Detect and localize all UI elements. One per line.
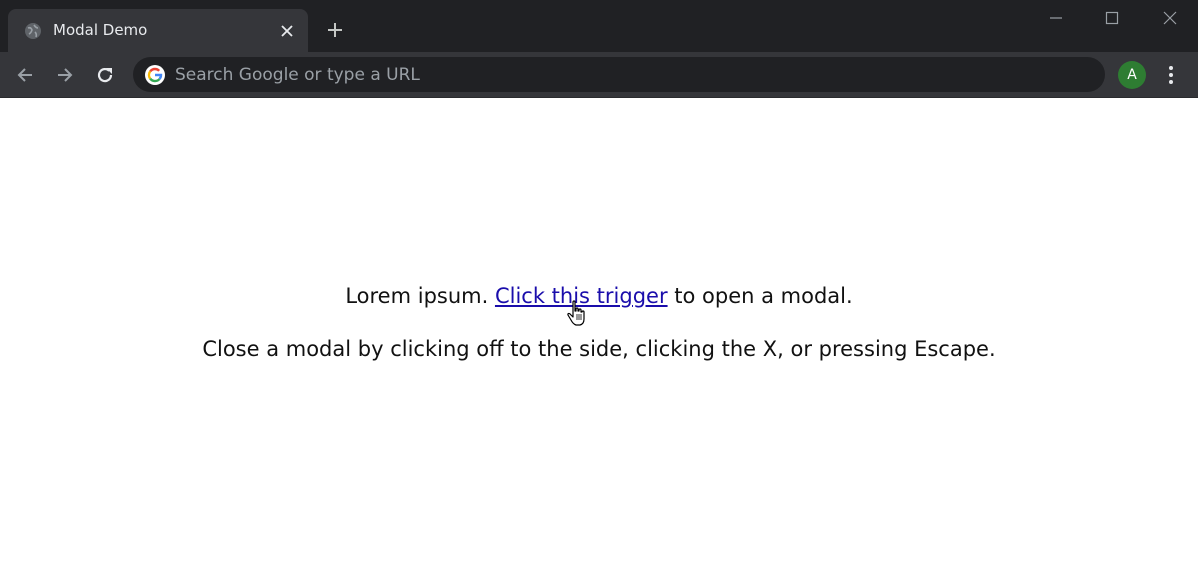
reload-icon[interactable] bbox=[94, 64, 116, 86]
minimize-icon[interactable] bbox=[1046, 8, 1066, 28]
address-input[interactable] bbox=[175, 57, 1075, 92]
tab-title: Modal Demo bbox=[53, 21, 148, 39]
kebab-menu-icon[interactable] bbox=[1160, 63, 1182, 87]
maximize-icon[interactable] bbox=[1102, 8, 1122, 28]
close-icon[interactable] bbox=[278, 22, 296, 40]
tab-modal-demo[interactable]: Modal Demo bbox=[8, 9, 308, 52]
avatar[interactable]: A bbox=[1118, 61, 1146, 89]
intro-text-after: to open a modal. bbox=[667, 284, 853, 308]
plus-icon[interactable] bbox=[325, 20, 345, 40]
arrow-right-icon[interactable] bbox=[54, 64, 76, 86]
hand-pointer-icon bbox=[566, 300, 588, 328]
globe-icon bbox=[24, 22, 42, 40]
browser-toolbar: A bbox=[0, 52, 1198, 97]
google-icon bbox=[145, 65, 165, 85]
window-close-icon[interactable] bbox=[1160, 8, 1180, 28]
page-content: Lorem ipsum. Click this trigger to open … bbox=[0, 98, 1198, 569]
tab-strip: Modal Demo bbox=[0, 0, 1198, 52]
intro-text-before: Lorem ipsum. bbox=[345, 284, 495, 308]
omnibox[interactable] bbox=[133, 57, 1105, 92]
arrow-left-icon[interactable] bbox=[14, 64, 36, 86]
intro-paragraph: Lorem ipsum. Click this trigger to open … bbox=[0, 284, 1198, 308]
instructions-paragraph: Close a modal by clicking off to the sid… bbox=[202, 337, 996, 361]
